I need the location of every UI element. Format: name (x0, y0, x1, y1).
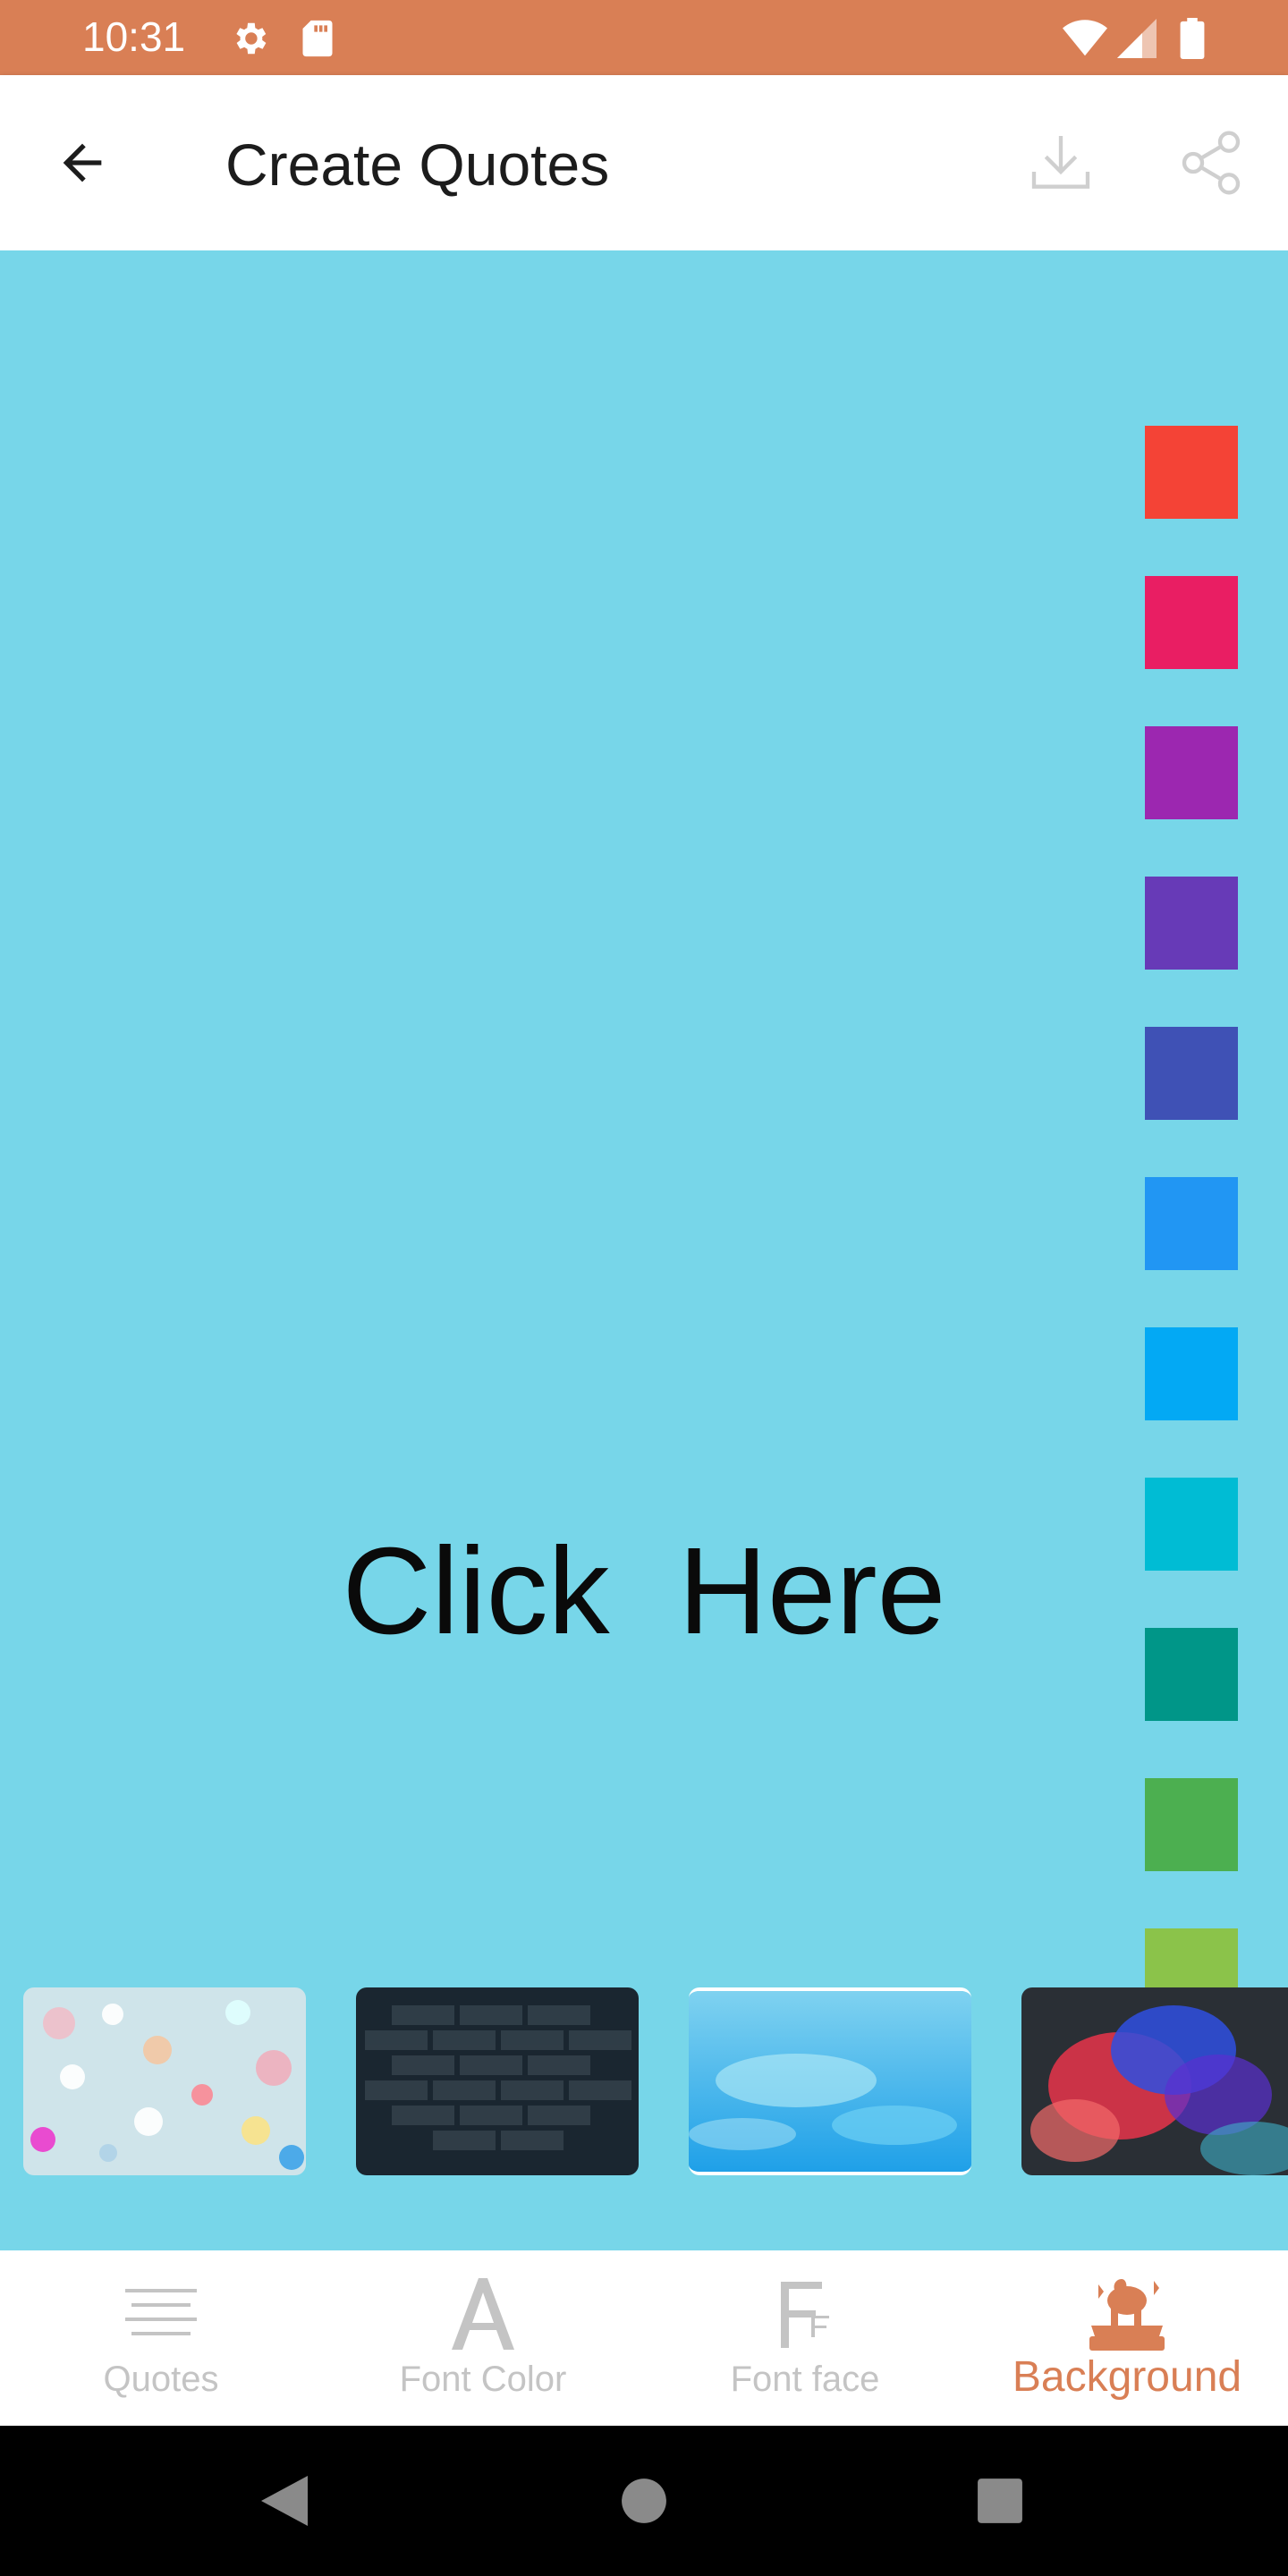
recents-square-icon[interactable] (962, 2463, 1038, 2538)
wifi-icon (1063, 16, 1107, 61)
color-swatch[interactable] (1145, 1327, 1238, 1420)
color-swatch[interactable] (1145, 1928, 1238, 1989)
nav-label: Quotes (103, 2360, 219, 2399)
color-swatch[interactable] (1145, 1177, 1238, 1270)
system-navigation-bar (0, 2426, 1288, 2576)
signal-icon (1114, 16, 1159, 61)
color-swatch[interactable] (1145, 1027, 1238, 1120)
nav-item-font-color[interactable]: Font Color (322, 2250, 644, 2426)
color-swatch[interactable] (1145, 877, 1238, 970)
status-time: 10:31 (82, 13, 186, 60)
sd-card-icon (295, 16, 340, 61)
gear-icon (227, 16, 272, 61)
text-lines-icon (116, 2270, 206, 2360)
color-swatch[interactable] (1145, 726, 1238, 819)
quote-canvas: Click Here (0, 250, 1288, 2250)
share-icon (1182, 131, 1241, 195)
color-swatch[interactable] (1145, 1628, 1238, 1721)
color-swatch[interactable] (1145, 1778, 1238, 1871)
page-title: Create Quotes (225, 131, 610, 198)
color-swatch[interactable] (1145, 426, 1238, 519)
back-button[interactable] (39, 120, 125, 206)
background-thumb-smoke[interactable] (1021, 1987, 1288, 2175)
share-button[interactable] (1168, 120, 1254, 206)
background-image-strip (0, 1987, 1288, 2175)
home-circle-icon[interactable] (606, 2463, 682, 2538)
nav-label: Font face (730, 2360, 880, 2399)
font-face-icon (760, 2270, 850, 2360)
background-thumb-bokeh[interactable] (23, 1987, 306, 2175)
battery-icon (1170, 16, 1215, 61)
background-thumb-brick[interactable] (356, 1987, 639, 2175)
color-swatch-list (1145, 426, 1238, 1989)
app-bar: Create Quotes (0, 75, 1288, 250)
font-a-icon (438, 2270, 528, 2360)
back-triangle-icon[interactable] (247, 2463, 322, 2538)
nav-label: Font Color (399, 2360, 567, 2399)
arrow-left-icon (63, 143, 102, 182)
download-icon (1031, 136, 1090, 189)
color-swatch[interactable] (1145, 576, 1238, 669)
click-here-text[interactable]: Click Here (0, 1521, 1288, 1663)
nav-item-background[interactable]: Background (966, 2250, 1288, 2426)
nav-item-font-face[interactable]: Font face (644, 2250, 966, 2426)
nav-item-quotes[interactable]: Quotes (0, 2250, 322, 2426)
status-bar: 10:31 (0, 0, 1288, 75)
bottom-navigation: Quotes Font Color Font face Background (0, 2250, 1288, 2426)
nav-label: Background (1012, 2353, 1242, 2401)
background-thumb-water[interactable] (689, 1987, 971, 2175)
color-swatch[interactable] (1145, 1478, 1238, 1571)
background-icon (1082, 2270, 1172, 2360)
download-button[interactable] (1018, 120, 1104, 206)
